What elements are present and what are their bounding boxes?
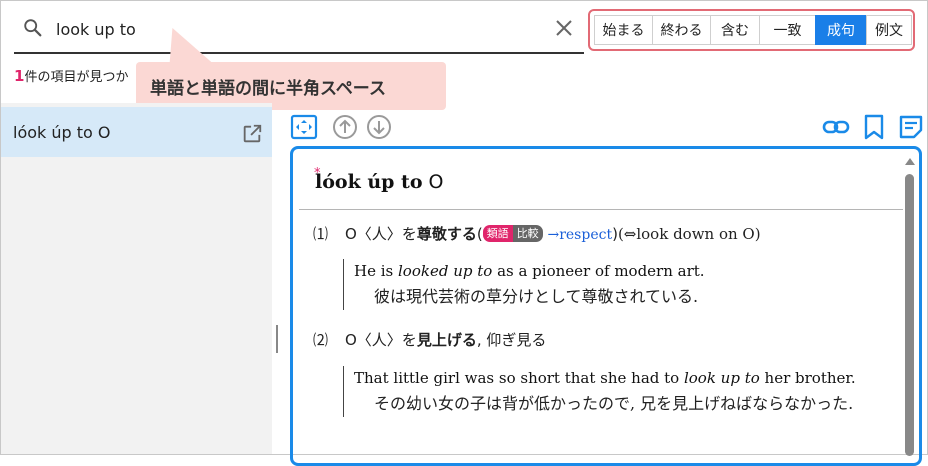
filter-starts-with-button[interactable]: 始まる bbox=[594, 15, 653, 45]
result-item-label: lóok úp to O bbox=[13, 123, 111, 142]
result-count-number: 1 bbox=[14, 67, 25, 85]
definition-text: O〈人〉を bbox=[345, 331, 417, 349]
headword: lóok úp to O bbox=[315, 171, 443, 193]
filter-phrase-button[interactable]: 成句 bbox=[815, 15, 867, 45]
definition-keyword: 見上げる bbox=[416, 331, 477, 349]
search-mode-group: 始まる 終わる 含む 一致 成句 例文 bbox=[588, 9, 915, 51]
example-english: That little girl was so short that she h… bbox=[354, 369, 856, 387]
definition-text: , 仰ぎ見る bbox=[476, 331, 547, 349]
filter-contains-button[interactable]: 含む bbox=[710, 15, 760, 45]
note-icon[interactable] bbox=[897, 113, 925, 141]
arrow-up-icon[interactable] bbox=[331, 113, 359, 141]
filter-example-button[interactable]: 例文 bbox=[866, 15, 912, 45]
search-input[interactable] bbox=[56, 14, 546, 44]
sense-number: ⑴ bbox=[313, 225, 329, 243]
definition-text: O〈人〉を bbox=[345, 225, 417, 243]
link-icon[interactable] bbox=[822, 113, 850, 141]
close-icon[interactable] bbox=[554, 18, 574, 38]
result-count: 1件の項目が見つか bbox=[14, 66, 128, 85]
result-count-text: 件の項目が見つか bbox=[24, 70, 129, 85]
filter-ends-with-button[interactable]: 終わる bbox=[652, 15, 711, 45]
search-icon bbox=[24, 19, 42, 37]
pane-splitter-handle[interactable] bbox=[276, 325, 278, 353]
entry-panel: * lóok úp to O ⑴ O〈人〉を尊敬する(類語 比較 →respect)… bbox=[290, 146, 922, 466]
headword-object: O bbox=[428, 171, 444, 193]
arrow-down-icon[interactable] bbox=[365, 113, 393, 141]
synonym-tag[interactable]: 類語 bbox=[482, 225, 513, 242]
example-english: He is looked up to as a pioneer of moder… bbox=[354, 262, 705, 280]
sense-definition: O〈人〉を見上げる, 仰ぎ見る bbox=[345, 329, 546, 350]
result-item[interactable]: lóok úp to O bbox=[1, 107, 272, 157]
paren: ( bbox=[476, 225, 483, 243]
results-sidebar: lóok úp to O bbox=[1, 103, 272, 454]
search-underline bbox=[14, 52, 584, 54]
scroll-up-arrow[interactable] bbox=[905, 158, 915, 165]
sense-definition: O〈人〉を尊敬する(類語 比較 →respect)(⇔look down on O… bbox=[345, 223, 761, 244]
expand-icon[interactable] bbox=[290, 113, 318, 141]
example-block: He is looked up to as a pioneer of moder… bbox=[343, 259, 705, 310]
example-japanese: その幼い女の子は背が低かったので, 兄を見上げねばならなかった. bbox=[374, 394, 854, 413]
filter-exact-button[interactable]: 一致 bbox=[759, 15, 816, 45]
headword-text: lóok úp to bbox=[315, 171, 423, 193]
external-link-icon[interactable] bbox=[241, 123, 263, 145]
example-block: That little girl was so short that she h… bbox=[343, 366, 864, 417]
definition-keyword: 尊敬する bbox=[416, 225, 477, 243]
antonym-text: (⇔look down on O) bbox=[617, 225, 761, 243]
divider bbox=[299, 209, 903, 210]
bookmark-icon[interactable] bbox=[860, 113, 888, 141]
example-japanese: 彼は現代芸術の草分けとして尊敬されている. bbox=[374, 287, 699, 306]
compare-tag[interactable]: 比較 bbox=[512, 225, 543, 242]
sense-number: ⑵ bbox=[313, 331, 329, 349]
scrollbar-thumb[interactable] bbox=[905, 174, 914, 456]
cross-reference-link[interactable]: →respect bbox=[547, 227, 612, 243]
